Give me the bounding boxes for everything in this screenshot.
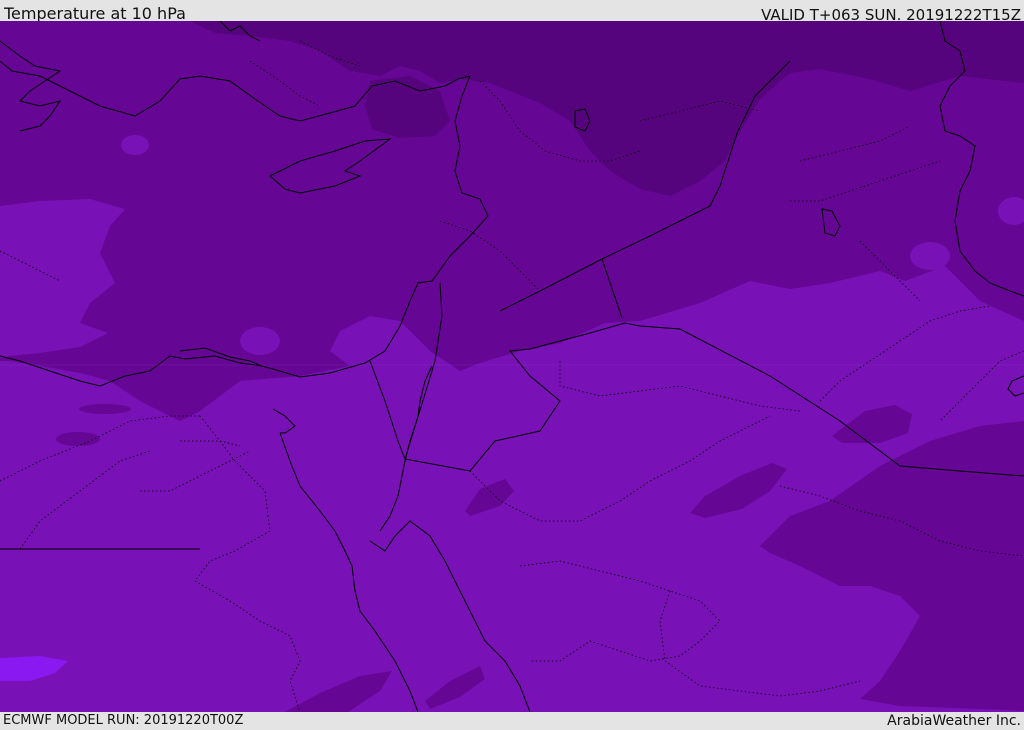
header-bar: Temperature at 10 hPa VALID T+063 SUN. 2… (0, 0, 1024, 24)
field-cool-blob-1 (121, 135, 149, 155)
model-run: ECMWF MODEL RUN: 20191220T00Z (3, 713, 244, 728)
temperature-map (0, 21, 1024, 712)
footer-bar: ECMWF MODEL RUN: 20191220T00Z ArabiaWeat… (0, 712, 1024, 729)
field-cold-pocket-4 (56, 432, 100, 446)
field-cool-blob-3 (910, 242, 950, 270)
map-canvas (0, 21, 1024, 712)
field-cool-blob-2 (240, 327, 280, 355)
field-cold-pocket-3 (79, 404, 131, 414)
provider-credit: ArabiaWeather Inc. (887, 713, 1021, 729)
